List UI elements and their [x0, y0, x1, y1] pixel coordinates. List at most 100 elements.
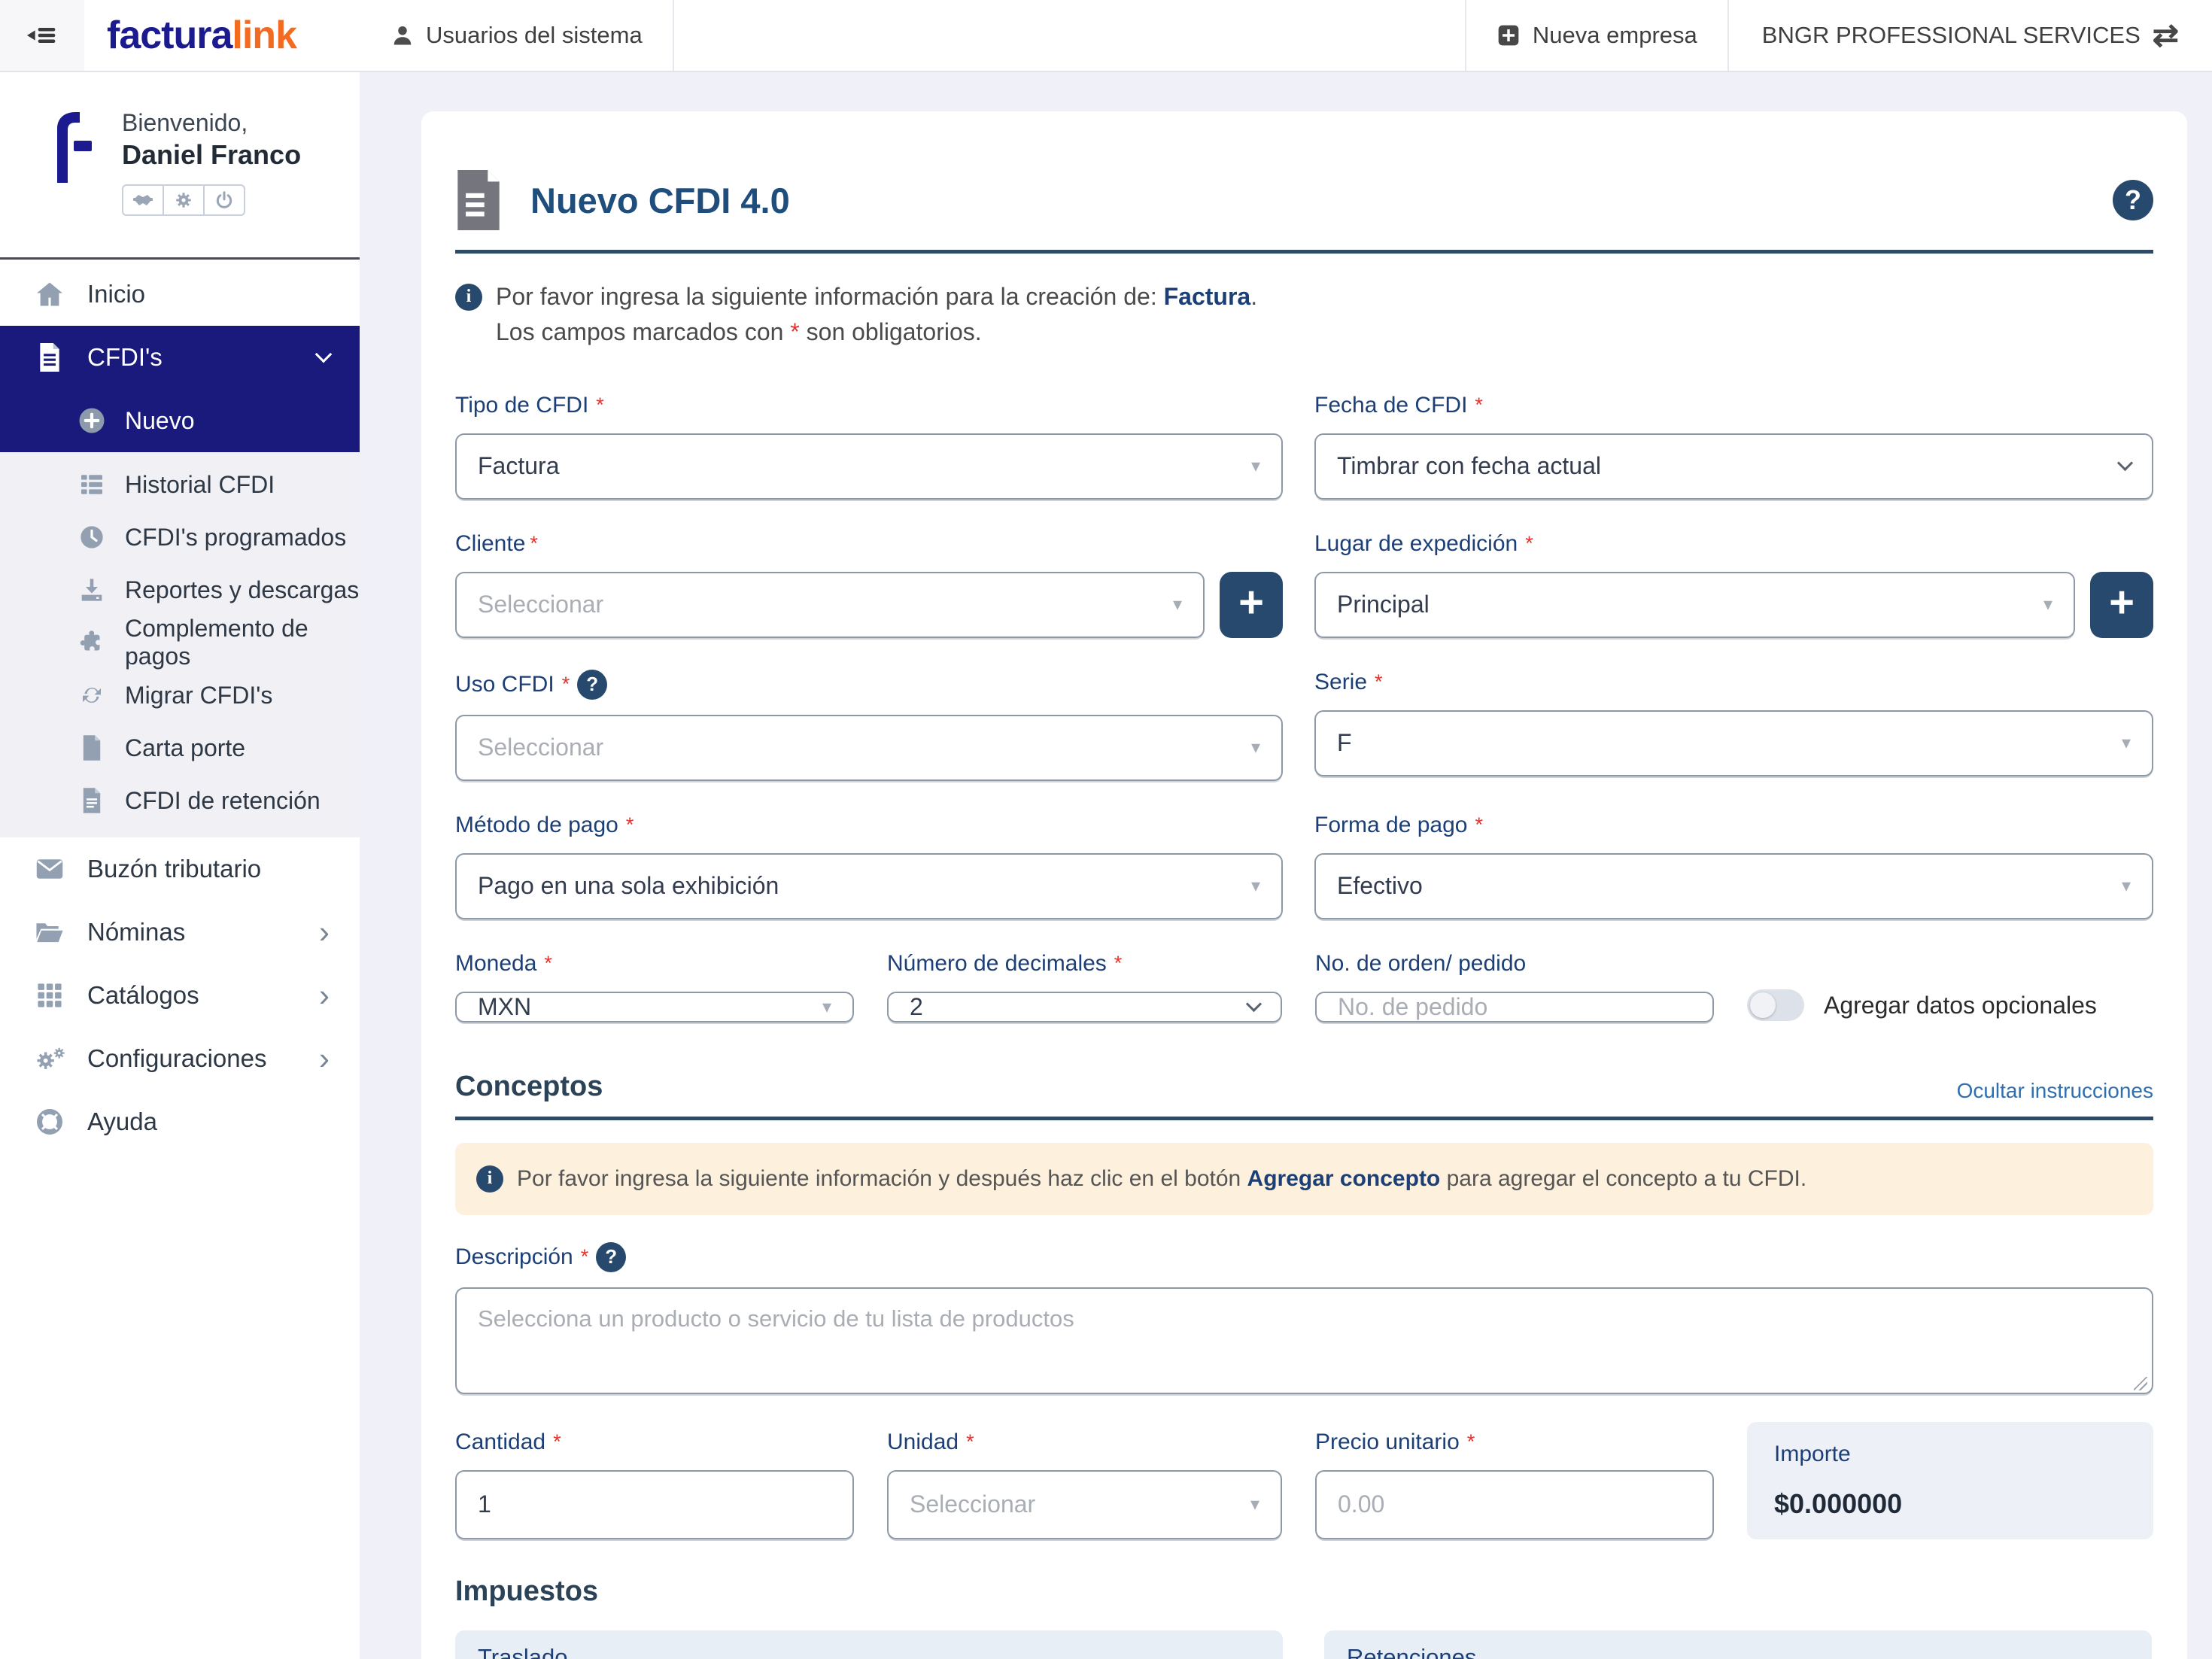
- logout-button[interactable]: [203, 184, 245, 216]
- sidebar-user-panel: Bienvenido, Daniel Franco: [0, 72, 360, 260]
- settings-button[interactable]: [163, 184, 205, 216]
- decimales-label: Número de decimales*: [887, 951, 1282, 977]
- cfdis-menu-group: CFDI's Nuevo: [0, 326, 360, 452]
- ocultar-instrucciones-link[interactable]: Ocultar instrucciones: [1957, 1079, 2153, 1103]
- partners-button[interactable]: [122, 184, 164, 216]
- cantidad-input[interactable]: [455, 1470, 854, 1539]
- new-company-button[interactable]: Nueva empresa: [1465, 0, 1727, 71]
- sidebar-item-label: CFDI de retención: [125, 787, 321, 815]
- sidebar-item-label: Nóminas: [87, 918, 296, 946]
- company-switcher[interactable]: BNGR PROFESSIONAL SERVICES ⇄: [1727, 0, 2212, 71]
- metodo-pago-select[interactable]: Pago en una sola exhibición ▾: [455, 853, 1283, 919]
- main-content: Nuevo CFDI 4.0 ? i Por favor ingresa la …: [360, 72, 2212, 1659]
- forma-pago-label: Forma de pago*: [1314, 813, 2153, 838]
- conceptos-info-bold: Agregar concepto: [1247, 1166, 1441, 1191]
- plus-circle-icon: [78, 407, 105, 434]
- brand-text-factura: factura: [107, 13, 232, 58]
- page-title: Nuevo CFDI 4.0: [530, 180, 790, 221]
- sidebar-item-nuevo[interactable]: Nuevo: [0, 389, 360, 452]
- sidebar-item-complemento-pagos[interactable]: Complemento de pagos: [0, 616, 360, 669]
- resize-grip-icon[interactable]: [2134, 1377, 2147, 1390]
- fecha-cfdi-value: Timbrar con fecha actual: [1337, 452, 1601, 480]
- traslado-header: Traslado: [455, 1630, 1283, 1659]
- company-name: BNGR PROFESSIONAL SERVICES: [1762, 22, 2141, 49]
- users-of-system-link[interactable]: Usuarios del sistema: [361, 0, 674, 71]
- decimales-select[interactable]: 2: [887, 992, 1282, 1022]
- forma-pago-value: Efectivo: [1337, 872, 1423, 900]
- sidebar-item-label: Nuevo: [125, 407, 195, 435]
- help-icon[interactable]: ?: [2113, 180, 2153, 220]
- sidebar-item-nominas[interactable]: Nóminas ›: [0, 901, 360, 964]
- sidebar-item-configuraciones[interactable]: Configuraciones ›: [0, 1027, 360, 1090]
- serie-select[interactable]: F ▾: [1314, 710, 2153, 776]
- brand-logo[interactable]: facturalink: [84, 0, 361, 71]
- info-icon: i: [455, 284, 482, 311]
- importe-value: $0.000000: [1774, 1488, 2126, 1520]
- topbar-spacer: [674, 0, 1465, 71]
- sidebar-item-label: Configuraciones: [87, 1044, 296, 1073]
- handshake-icon: [132, 193, 153, 208]
- home-icon: [35, 281, 65, 307]
- fecha-cfdi-select[interactable]: Timbrar con fecha actual: [1314, 433, 2153, 500]
- descripcion-field: [455, 1287, 2153, 1398]
- sidebar-item-label: Historial CFDI: [125, 471, 275, 499]
- sidebar-item-ayuda[interactable]: Ayuda: [0, 1090, 360, 1153]
- precio-unitario-input[interactable]: [1315, 1470, 1714, 1539]
- moneda-value: MXN: [478, 993, 531, 1021]
- forma-pago-select[interactable]: Efectivo ▾: [1314, 853, 2153, 919]
- cfdis-submenu: Historial CFDI CFDI's programados: [0, 452, 360, 837]
- uso-cfdi-placeholder: Seleccionar: [478, 734, 603, 761]
- life-ring-icon: [35, 1109, 65, 1135]
- sidebar-item-cfdis[interactable]: CFDI's: [0, 326, 360, 389]
- serie-value: F: [1337, 729, 1352, 757]
- intro-doc-type: Factura: [1164, 283, 1251, 310]
- sidebar-item-reportes-descargas[interactable]: Reportes y descargas: [0, 564, 360, 616]
- orden-input[interactable]: [1315, 992, 1714, 1022]
- uso-cfdi-label: Uso CFDI*?: [455, 670, 1283, 700]
- orden-label: No. de orden/ pedido: [1315, 951, 1714, 977]
- grid-icon: [35, 983, 65, 1008]
- chevron-down-icon: [2117, 455, 2133, 471]
- cliente-select[interactable]: Seleccionar ▾: [455, 572, 1205, 638]
- sidebar-item-carta-porte[interactable]: Carta porte: [0, 722, 360, 774]
- envelope-icon: [35, 858, 65, 880]
- list-icon: [78, 474, 105, 495]
- unidad-label: Unidad*: [887, 1430, 1282, 1455]
- descripcion-textarea[interactable]: [455, 1287, 2153, 1394]
- sidebar-collapse-button[interactable]: [0, 0, 84, 71]
- users-of-system-label: Usuarios del sistema: [426, 22, 643, 49]
- cliente-label: Cliente*: [455, 531, 1283, 557]
- sidebar-item-migrar-cfdis[interactable]: Migrar CFDI's: [0, 669, 360, 722]
- add-client-button[interactable]: +: [1220, 572, 1283, 638]
- file-icon: [78, 735, 105, 761]
- tipo-cfdi-select[interactable]: Factura ▾: [455, 433, 1283, 500]
- unidad-select[interactable]: Seleccionar ▾: [887, 1470, 1282, 1539]
- toggle-knob: [1750, 992, 1776, 1018]
- cantidad-label: Cantidad*: [455, 1430, 854, 1455]
- new-cfdi-card: Nuevo CFDI 4.0 ? i Por favor ingresa la …: [421, 111, 2187, 1659]
- unidad-placeholder: Seleccionar: [910, 1490, 1035, 1518]
- lugar-expedicion-value: Principal: [1337, 591, 1430, 618]
- intro-line2-suffix: son obligatorios.: [800, 318, 982, 345]
- lugar-expedicion-select[interactable]: Principal ▾: [1314, 572, 2075, 638]
- uso-cfdi-help-icon[interactable]: ?: [577, 670, 607, 700]
- sidebar-item-inicio[interactable]: Inicio: [0, 263, 360, 326]
- sidebar-item-catalogos[interactable]: Catálogos ›: [0, 964, 360, 1027]
- dropdown-arrow-icon: ▾: [1251, 875, 1260, 897]
- sidebar-item-cfdi-retencion[interactable]: CFDI de retención: [0, 774, 360, 827]
- sidebar-item-cfdis-programados[interactable]: CFDI's programados: [0, 511, 360, 564]
- hamburger-arrow-icon: [27, 23, 57, 47]
- gears-icon: [35, 1047, 65, 1071]
- datos-opcionales-toggle[interactable]: [1747, 989, 1804, 1021]
- user-action-buttons: [122, 184, 301, 216]
- uso-cfdi-select[interactable]: Seleccionar ▾: [455, 715, 1283, 781]
- sidebar-item-label: Carta porte: [125, 734, 245, 762]
- conceptos-info-banner: i Por favor ingresa la siguiente informa…: [455, 1143, 2153, 1215]
- sidebar-item-buzon-tributario[interactable]: Buzón tributario: [0, 837, 360, 901]
- sidebar-item-historial-cfdi[interactable]: Historial CFDI: [0, 458, 360, 511]
- descripcion-help-icon[interactable]: ?: [596, 1242, 626, 1272]
- topbar: facturalink Usuarios del sistema Nueva e…: [0, 0, 2212, 72]
- chevron-right-icon: ›: [319, 1043, 330, 1074]
- moneda-select[interactable]: MXN ▾: [455, 992, 854, 1022]
- add-expedition-place-button[interactable]: +: [2090, 572, 2153, 638]
